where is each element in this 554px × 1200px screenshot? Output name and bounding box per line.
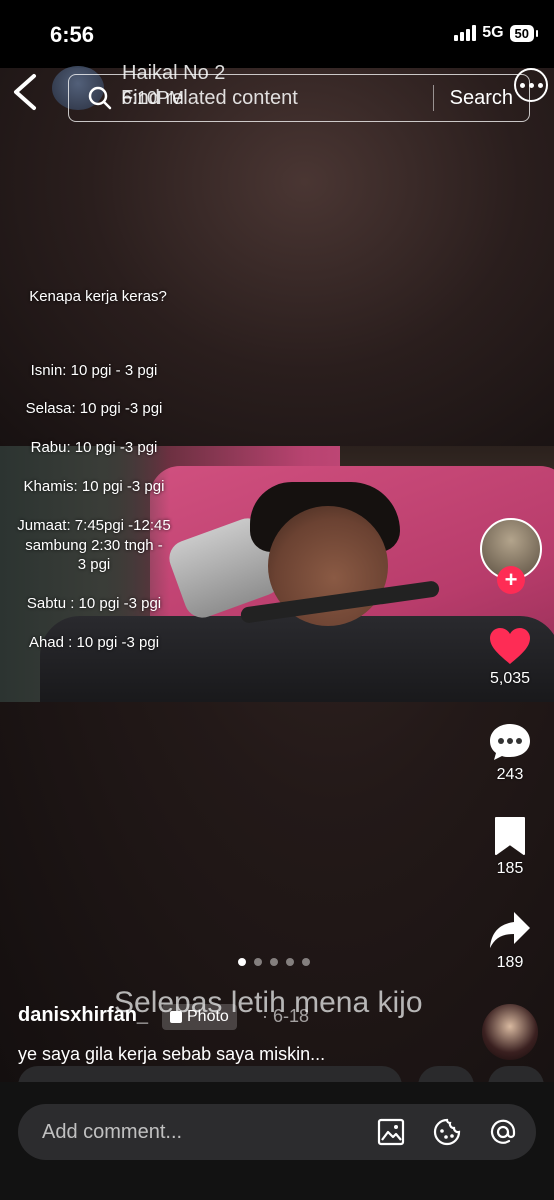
like-button[interactable]: 5,035 (480, 626, 540, 688)
more-options-button[interactable] (514, 68, 548, 102)
comment-bar: Add comment... (0, 1082, 554, 1200)
overlay-line: Sabtu : 10 pgi -3 pgi (26, 595, 162, 612)
chevron-left-icon (14, 74, 36, 110)
carousel-dot[interactable] (254, 958, 262, 966)
carousel-dot[interactable] (270, 958, 278, 966)
overlay-line: Rabu: 10 pgi -3 pgi (30, 439, 158, 456)
signal-icon (454, 25, 477, 41)
comment-bubble-icon (490, 724, 530, 760)
carousel-dot-active[interactable] (238, 958, 246, 966)
comment-count: 243 (496, 766, 524, 783)
mention-icon[interactable] (488, 1117, 518, 1147)
status-time: 6:56 (50, 22, 95, 47)
image-icon[interactable] (376, 1117, 406, 1147)
search-input[interactable]: Find related content (121, 87, 433, 110)
emoji-icon[interactable] (432, 1117, 462, 1147)
share-arrow-icon (490, 912, 530, 948)
comment-placeholder[interactable]: Add comment... (42, 1121, 376, 1144)
save-count: 185 (496, 860, 524, 877)
status-indicators: 5G 50 (454, 24, 539, 42)
carousel-dots (238, 958, 310, 966)
post-date: · 6-18 (262, 1006, 310, 1026)
overlay-line: Isnin: 10 pgi - 3 pgi (30, 362, 158, 379)
like-count: 5,035 (489, 670, 531, 687)
photo-viewer[interactable] (0, 68, 554, 1082)
search-icon (88, 86, 112, 110)
photo-icon (170, 1011, 182, 1023)
overlay-line: Ahad : 10 pgi -3 pgi (28, 634, 160, 651)
photo-jacket (40, 616, 554, 702)
overlay-line: Selasa: 10 pgi -3 pgi (25, 400, 163, 417)
more-dot (519, 82, 525, 88)
comment-button[interactable]: 243 (480, 722, 540, 784)
bookmark-icon (495, 817, 525, 855)
background-shade (0, 68, 554, 448)
network-type: 5G (482, 24, 504, 41)
more-dot (528, 82, 534, 88)
heart-icon (490, 628, 530, 664)
carousel-dot[interactable] (286, 958, 294, 966)
share-button[interactable]: 189 (480, 910, 540, 972)
search-bar[interactable]: Find related content Search (68, 74, 530, 122)
overlay-line: sambung 2:30 tngh - (25, 537, 163, 554)
battery-icon: 50 (509, 24, 539, 42)
music-avatar[interactable] (482, 1004, 538, 1060)
back-button[interactable] (8, 70, 42, 114)
save-button[interactable]: 185 (480, 816, 540, 878)
overlay-line: Khamis: 10 pgi -3 pgi (23, 478, 165, 495)
comment-input[interactable]: Add comment... (18, 1104, 536, 1160)
carousel-dot[interactable] (302, 958, 310, 966)
photo-tag-label: Photo (187, 1008, 229, 1025)
post-caption[interactable]: ye saya gila kerja sebab saya miskin... (18, 1044, 325, 1065)
status-bar: 6:56 5G 50 (0, 0, 554, 68)
photo-tag: Photo (162, 1004, 237, 1030)
overlay-line: 3 pgi (77, 556, 111, 573)
overlay-line: Kenapa kerja keras? (29, 288, 167, 305)
follow-button[interactable]: + (497, 566, 525, 594)
more-dot (537, 82, 543, 88)
share-count: 189 (496, 954, 524, 971)
overlay-line: Jumaat: 7:45pgi -12:45 (17, 517, 171, 534)
username[interactable]: danisxhirfan_ (18, 1004, 148, 1027)
